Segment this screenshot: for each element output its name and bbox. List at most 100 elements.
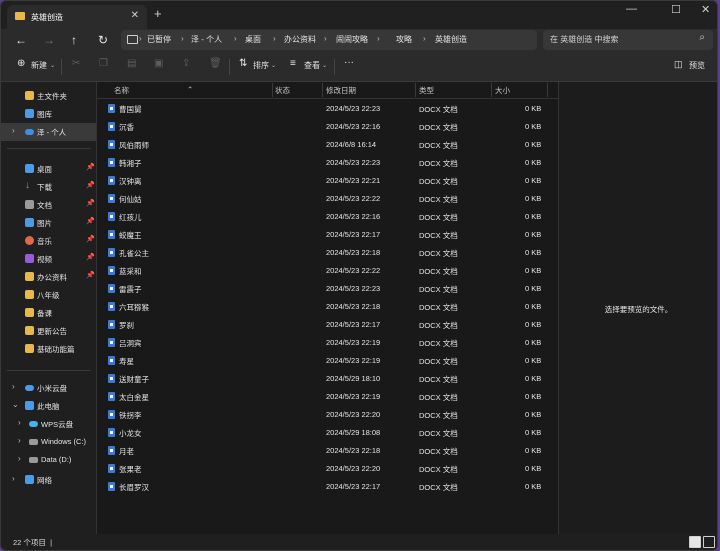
sidebar-item-network[interactable]: › 网络 [1, 471, 96, 489]
tiles-view-button[interactable] [703, 536, 715, 548]
sidebar-item-music[interactable]: 音乐 📌 [1, 232, 96, 250]
column-divider[interactable] [322, 83, 323, 97]
breadcrumb-item[interactable]: 已暂停 [147, 34, 171, 45]
delete-icon[interactable]: 🗑 [209, 58, 222, 69]
table-row[interactable]: 蛟魔王 2024/5/23 22:17 DOCX 文档 0 KB [97, 226, 558, 244]
pin-icon[interactable]: 📌 [86, 217, 95, 225]
table-row[interactable]: 沉香 2024/5/23 22:16 DOCX 文档 0 KB [97, 118, 558, 136]
column-divider[interactable] [547, 83, 548, 97]
sidebar-item-gallery[interactable]: 图库 [1, 105, 96, 123]
sort-button[interactable]: 排序 [253, 60, 269, 71]
cut-icon[interactable]: ✂ [72, 58, 80, 69]
preview-button[interactable]: 预览 [689, 60, 705, 71]
close-tab-icon[interactable]: ✕ [131, 10, 139, 21]
sidebar-item-label: Windows (C:) [41, 437, 87, 446]
sidebar-item-desktop[interactable]: 桌面 📌 [1, 160, 96, 178]
sidebar-item-grade8[interactable]: 八年级 [1, 286, 96, 304]
table-row[interactable]: 韩湘子 2024/5/23 22:23 DOCX 文档 0 KB [97, 154, 558, 172]
refresh-button[interactable]: ↻ [98, 32, 108, 48]
sidebar-item-pictures[interactable]: 图片 📌 [1, 214, 96, 232]
close-window-button[interactable]: ✕ [701, 3, 710, 16]
view-button[interactable]: 查看 [304, 60, 320, 71]
sidebar-item-wps-cloud[interactable]: › WPS云盘 [1, 415, 96, 433]
breadcrumb[interactable]: › 已暂停 › 泽 - 个人 › 桌面 › 办公资料 › 闹闹攻略 › 攻略 ›… [121, 30, 537, 50]
tab-current[interactable]: 英雄创造 ✕ [7, 5, 147, 29]
column-name[interactable]: 名称 [114, 85, 129, 96]
pin-icon[interactable]: 📌 [86, 181, 95, 189]
breadcrumb-item[interactable]: 闹闹攻略 [336, 34, 368, 45]
forward-button[interactable]: → [43, 32, 55, 48]
sidebar-item-mi-cloud[interactable]: › 小米云盘 [1, 379, 96, 397]
file-type: DOCX 文档 [419, 177, 458, 186]
sidebar-item-onedrive[interactable]: › 泽 - 个人 [1, 123, 96, 141]
chevron-right-icon[interactable]: › [18, 436, 21, 445]
table-row[interactable]: 长眉罗汉 2024/5/23 22:17 DOCX 文档 0 KB [97, 478, 558, 496]
breadcrumb-item[interactable]: 攻略 [396, 34, 412, 45]
table-row[interactable]: 小龙女 2024/5/29 18:08 DOCX 文档 0 KB [97, 424, 558, 442]
sidebar-item-videos[interactable]: 视频 📌 [1, 250, 96, 268]
column-divider[interactable] [272, 83, 273, 97]
column-status[interactable]: 状态 [275, 85, 290, 96]
sidebar-item-documents[interactable]: 文档 📌 [1, 196, 96, 214]
up-button[interactable]: ↑ [71, 32, 77, 48]
chevron-right-icon[interactable]: › [12, 126, 15, 135]
sidebar-item-home[interactable]: 主文件夹 [1, 87, 96, 105]
sidebar-item-drive-d[interactable]: › Data (D:) [1, 451, 96, 469]
minimize-button[interactable]: — [626, 3, 637, 15]
breadcrumb-item[interactable]: 英雄创造 [435, 34, 467, 45]
more-options-button[interactable]: ··· [344, 57, 354, 68]
table-row[interactable]: 汉钟离 2024/5/23 22:21 DOCX 文档 0 KB [97, 172, 558, 190]
pin-icon[interactable]: 📌 [86, 163, 95, 171]
back-button[interactable]: ← [15, 32, 27, 48]
details-view-button[interactable] [689, 536, 701, 548]
table-row[interactable]: 太白金星 2024/5/23 22:19 DOCX 文档 0 KB [97, 388, 558, 406]
table-row[interactable]: 吕洞宾 2024/5/23 22:19 DOCX 文档 0 KB [97, 334, 558, 352]
column-type[interactable]: 类型 [419, 85, 434, 96]
column-modified[interactable]: 修改日期 [326, 85, 356, 96]
table-row[interactable]: 风伯雨师 2024/6/8 16:14 DOCX 文档 0 KB [97, 136, 558, 154]
table-row[interactable]: 送财童子 2024/5/29 18:10 DOCX 文档 0 KB [97, 370, 558, 388]
table-row[interactable]: 寿星 2024/5/23 22:19 DOCX 文档 0 KB [97, 352, 558, 370]
share-icon[interactable]: ⇪ [182, 58, 190, 69]
new-tab-button[interactable]: + [154, 6, 162, 21]
paste-icon[interactable]: ▤ [127, 58, 136, 69]
sidebar-item-this-pc[interactable]: ⌄ 此电脑 [1, 397, 96, 415]
rename-icon[interactable]: ▣ [154, 58, 163, 69]
breadcrumb-item[interactable]: 泽 - 个人 [191, 34, 222, 45]
pin-icon[interactable]: 📌 [86, 235, 95, 243]
table-row[interactable]: 曹国舅 2024/5/23 22:23 DOCX 文档 0 KB [97, 100, 558, 118]
table-row[interactable]: 红孩儿 2024/5/23 22:16 DOCX 文档 0 KB [97, 208, 558, 226]
pin-icon[interactable]: 📌 [86, 199, 95, 207]
table-row[interactable]: 铁拐李 2024/5/23 22:20 DOCX 文档 0 KB [97, 406, 558, 424]
chevron-right-icon[interactable]: › [18, 418, 21, 427]
sidebar-item-updates[interactable]: 更新公告 [1, 322, 96, 340]
sidebar-item-drive-c[interactable]: › Windows (C:) [1, 433, 96, 451]
sidebar-item-basics[interactable]: 基础功能篇 [1, 340, 96, 358]
sidebar-item-lesson-prep[interactable]: 备课 [1, 304, 96, 322]
new-button[interactable]: 新建 [31, 60, 47, 71]
table-row[interactable]: 罗刹 2024/5/23 22:17 DOCX 文档 0 KB [97, 316, 558, 334]
chevron-right-icon[interactable]: › [12, 474, 15, 483]
breadcrumb-item[interactable]: 桌面 [245, 34, 261, 45]
pin-icon[interactable]: 📌 [86, 271, 95, 279]
pin-icon[interactable]: 📌 [86, 253, 95, 261]
table-row[interactable]: 蓝采和 2024/5/23 22:22 DOCX 文档 0 KB [97, 262, 558, 280]
chevron-right-icon[interactable]: › [18, 454, 21, 463]
breadcrumb-item[interactable]: 办公资料 [284, 34, 316, 45]
column-divider[interactable] [415, 83, 416, 97]
table-row[interactable]: 何仙姑 2024/5/23 22:22 DOCX 文档 0 KB [97, 190, 558, 208]
copy-icon[interactable]: ❐ [99, 58, 108, 69]
sidebar-item-downloads[interactable]: ↓ 下载 📌 [1, 178, 96, 196]
table-row[interactable]: 雷震子 2024/5/23 22:23 DOCX 文档 0 KB [97, 280, 558, 298]
chevron-right-icon[interactable]: › [12, 382, 15, 391]
table-row[interactable]: 孔雀公主 2024/5/23 22:18 DOCX 文档 0 KB [97, 244, 558, 262]
maximize-button[interactable]: ☐ [671, 3, 681, 16]
column-size[interactable]: 大小 [495, 85, 510, 96]
table-row[interactable]: 张果老 2024/5/23 22:20 DOCX 文档 0 KB [97, 460, 558, 478]
sidebar-item-office[interactable]: 办公资料 📌 [1, 268, 96, 286]
search-input[interactable]: 在 英雄创造 中搜索 ⌕ [543, 30, 713, 50]
column-divider[interactable] [491, 83, 492, 97]
chevron-down-icon[interactable]: ⌄ [12, 400, 19, 409]
table-row[interactable]: 月老 2024/5/23 22:18 DOCX 文档 0 KB [97, 442, 558, 460]
table-row[interactable]: 六耳猕猴 2024/5/23 22:18 DOCX 文档 0 KB [97, 298, 558, 316]
